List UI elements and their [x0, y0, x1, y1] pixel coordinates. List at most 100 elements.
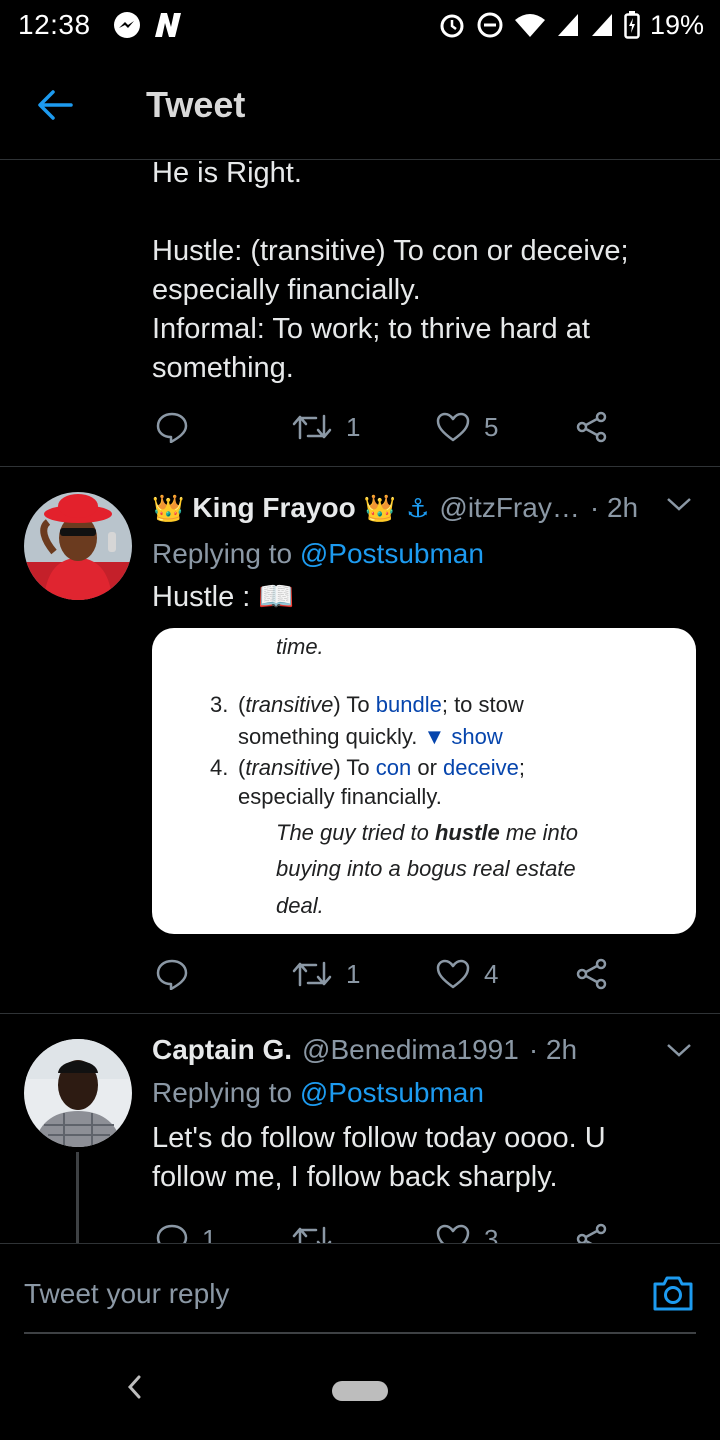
tweet-actions: 1 5 [152, 407, 612, 447]
crown-emoji: 👑 [363, 492, 397, 523]
dict-line: (transitive) To con or deceive; [238, 755, 526, 780]
tweet-captain-g[interactable]: Captain G. @Benedima1991 · 2h Replying t… [0, 1014, 720, 1243]
chevron-down-icon [667, 498, 691, 511]
handle[interactable]: @itzFray… [439, 492, 579, 524]
tweet-text-line [152, 193, 692, 232]
tweet-text-line: especially financially. [152, 274, 421, 306]
tweet-top[interactable]: He is Right. Hustle: (transitive) To con… [0, 161, 720, 467]
tweet-text-line: Informal: To work; to thrive hard at [152, 313, 590, 345]
back-button[interactable] [0, 50, 110, 160]
share-icon [576, 958, 607, 990]
dnd-icon [476, 11, 504, 39]
alarm-icon [438, 11, 466, 39]
dict-example: buying into a bogus real estate [276, 856, 576, 881]
replying-prefix: Replying to [152, 538, 293, 569]
battery-percent: 19% [649, 9, 704, 40]
tweet-thread[interactable]: He is Right. Hustle: (transitive) To con… [0, 161, 720, 1243]
chevron-down-icon [667, 1044, 691, 1057]
thread-line [76, 1152, 79, 1243]
tweet-text-line: He is Right. [152, 161, 302, 189]
n-app-icon [153, 11, 183, 39]
system-nav-bar [0, 1343, 720, 1440]
page-title: Tweet [146, 83, 246, 125]
share-icon [576, 1223, 607, 1243]
tweet-actions: 1 3 [152, 1219, 612, 1243]
crown-emoji: 👑 [152, 492, 185, 523]
nav-home-pill[interactable] [332, 1381, 388, 1401]
wifi-icon [514, 12, 546, 38]
like-count: 3 [484, 1223, 499, 1244]
heart-icon [436, 959, 470, 989]
camera-icon [653, 1276, 693, 1311]
dict-line: something quickly. ▼ show [238, 724, 503, 749]
reply-button[interactable] [156, 958, 188, 990]
tweet-image[interactable]: time. 3. (transitive) To bundle; to stow… [152, 628, 696, 934]
status-bar: 12:38 19% [0, 0, 720, 50]
tweet-menu-button[interactable] [666, 496, 692, 517]
like-button[interactable]: 3 [436, 1223, 499, 1244]
messenger-icon [113, 11, 141, 39]
reply-icon [156, 1224, 188, 1243]
status-time: 12:38 [18, 9, 91, 40]
tweet-king-frayoo[interactable]: 👑 King Frayoo 👑 ⚓ @itzFray… · 2h Replyin… [0, 468, 720, 1014]
heart-icon [436, 412, 470, 442]
tweet-text-line: something. [152, 352, 294, 384]
retweet-icon [292, 1226, 332, 1243]
retweet-button[interactable] [292, 1224, 332, 1243]
timestamp: · 2h [589, 492, 639, 523]
like-count: 4 [484, 958, 499, 989]
battery-charging-icon [624, 11, 640, 39]
mention-link[interactable]: @Postsubman [300, 538, 484, 569]
tweet-text-line: Let's do follow follow today oooo. U [152, 1122, 606, 1154]
retweet-icon [292, 961, 332, 987]
retweet-button[interactable]: 1 [292, 412, 360, 443]
share-button[interactable] [576, 958, 608, 990]
chevron-left-icon [127, 1375, 141, 1399]
dict-number: 4. [210, 755, 229, 780]
tweet-text: Let's do follow follow today oooo. U fol… [152, 1119, 692, 1197]
share-icon [576, 411, 607, 443]
tweet-text-line: Hustle: (transitive) To con or deceive; [152, 235, 629, 267]
display-name[interactable]: King Frayoo [192, 492, 355, 524]
replying-to: Replying to @Postsubman [152, 538, 484, 570]
reply-icon [156, 412, 188, 443]
reply-input[interactable]: Tweet your reply [24, 1278, 229, 1310]
reply-button[interactable]: 1 [156, 1223, 216, 1243]
mention-link[interactable]: @Postsubman [300, 1077, 484, 1108]
avatar[interactable] [24, 492, 132, 600]
retweet-count: 1 [346, 958, 361, 989]
share-button[interactable] [576, 1223, 608, 1243]
camera-button[interactable] [652, 1274, 694, 1317]
tweet-header: 👑 King Frayoo 👑 ⚓ @itzFray… · 2h [152, 492, 638, 524]
tweet-menu-button[interactable] [666, 1042, 692, 1063]
share-button[interactable] [576, 411, 608, 443]
like-button[interactable]: 4 [436, 959, 498, 990]
reply-count: 1 [202, 1223, 217, 1244]
replying-prefix: Replying to [152, 1077, 293, 1108]
dict-number: 3. [210, 692, 229, 717]
tweet-actions: 1 4 [152, 954, 612, 994]
retweet-count: 1 [346, 411, 361, 442]
handle[interactable]: @Benedima1991 [302, 1034, 519, 1066]
signal-icon [556, 12, 580, 38]
nav-back-button[interactable] [124, 1373, 144, 1406]
display-name[interactable]: Captain G. [152, 1034, 292, 1066]
dict-line: time. [276, 634, 324, 659]
tweet-text: He is Right. Hustle: (transitive) To con… [152, 161, 692, 388]
replying-to: Replying to @Postsubman [152, 1077, 484, 1109]
reply-composer: Tweet your reply [0, 1243, 720, 1343]
dict-line: (transitive) To bundle; to stow [238, 692, 524, 717]
timestamp: · 2h [528, 1034, 578, 1065]
tweet-text: Hustle : 📖 [152, 581, 295, 613]
dict-example: The guy tried to hustle me into [276, 820, 579, 845]
retweet-icon [292, 414, 332, 440]
retweet-button[interactable]: 1 [292, 959, 360, 990]
like-button[interactable]: 5 [436, 412, 498, 443]
tweet-header: Captain G. @Benedima1991 · 2h [152, 1034, 577, 1066]
reply-button[interactable] [156, 411, 188, 443]
signal-icon [590, 12, 614, 38]
arrow-left-icon [38, 89, 73, 120]
avatar[interactable] [24, 1039, 132, 1147]
input-underline [24, 1332, 696, 1334]
dict-line: especially financially. [238, 784, 442, 809]
